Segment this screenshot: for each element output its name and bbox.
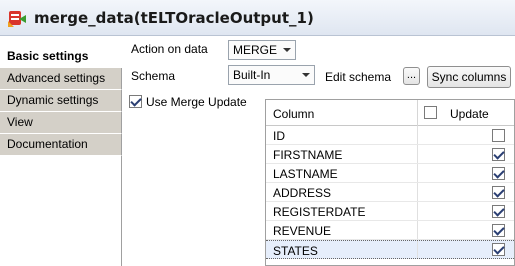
column-name-cell: STATES xyxy=(273,244,318,258)
update-checkbox[interactable] xyxy=(492,205,505,218)
column-divider xyxy=(417,241,418,258)
tab-basic-settings[interactable]: Basic settings xyxy=(0,46,122,68)
schema-label: Schema xyxy=(131,69,176,83)
table-row[interactable]: ID xyxy=(266,126,514,145)
column-divider xyxy=(417,202,418,220)
column-name-cell: REGISTERDATE xyxy=(273,205,366,219)
table-row[interactable]: ADDRESS xyxy=(266,183,514,202)
column-name-cell: LASTNAME xyxy=(273,167,338,181)
component-title-bar: merge_data(tELTOracleOutput_1) xyxy=(0,0,515,36)
merge-update-table: Column Update ID FIRSTNAME LASTNAME ADDR… xyxy=(265,99,515,266)
tabs-empty-area xyxy=(0,156,122,266)
use-merge-update-checkbox[interactable] xyxy=(129,95,142,108)
use-merge-update-label: Use Merge Update xyxy=(146,95,247,109)
tab-dynamic-settings[interactable]: Dynamic settings xyxy=(0,90,122,112)
column-name-cell: REVENUE xyxy=(273,224,332,238)
column-divider xyxy=(417,221,418,239)
update-checkbox[interactable] xyxy=(492,243,505,256)
column-name-cell: ID xyxy=(273,129,285,143)
action-on-data-select[interactable]: MERGE xyxy=(228,40,296,60)
update-all-checkbox[interactable] xyxy=(424,106,437,119)
table-row[interactable]: REVENUE xyxy=(266,221,514,240)
column-name-cell: ADDRESS xyxy=(273,186,332,200)
column-name-cell: FIRSTNAME xyxy=(273,148,343,162)
oracle-component-icon xyxy=(6,7,28,29)
update-checkbox[interactable] xyxy=(492,186,505,199)
tab-documentation[interactable]: Documentation xyxy=(0,134,122,156)
schema-value: Built-In xyxy=(233,68,271,82)
table-row[interactable]: REGISTERDATE xyxy=(266,202,514,221)
tab-view[interactable]: View xyxy=(0,112,122,134)
edit-schema-label: Edit schema xyxy=(325,70,392,84)
column-header[interactable]: Column xyxy=(273,107,314,121)
column-divider xyxy=(417,126,418,144)
update-checkbox[interactable] xyxy=(492,224,505,237)
header-divider xyxy=(417,100,418,126)
table-header: Column Update xyxy=(266,100,514,126)
table-row[interactable]: LASTNAME xyxy=(266,164,514,183)
chevron-down-icon xyxy=(302,73,310,77)
update-checkbox[interactable] xyxy=(492,167,505,180)
schema-select[interactable]: Built-In xyxy=(228,65,315,85)
settings-tabs: Basic settings Advanced settings Dynamic… xyxy=(0,46,122,156)
column-divider xyxy=(417,164,418,182)
sync-columns-button[interactable]: Sync columns xyxy=(427,66,511,88)
chevron-down-icon xyxy=(283,48,291,52)
update-header[interactable]: Update xyxy=(450,107,489,121)
update-checkbox[interactable] xyxy=(492,148,505,161)
action-on-data-label: Action on data xyxy=(131,42,208,56)
table-row[interactable]: FIRSTNAME xyxy=(266,145,514,164)
component-title: merge_data(tELTOracleOutput_1) xyxy=(34,8,314,27)
tab-advanced-settings[interactable]: Advanced settings xyxy=(0,68,122,90)
column-divider xyxy=(417,183,418,201)
update-checkbox[interactable] xyxy=(492,129,505,142)
edit-schema-button[interactable]: ... xyxy=(403,67,420,85)
table-row-selected[interactable]: STATES xyxy=(266,240,514,259)
action-on-data-value: MERGE xyxy=(233,43,278,57)
column-divider xyxy=(417,145,418,163)
